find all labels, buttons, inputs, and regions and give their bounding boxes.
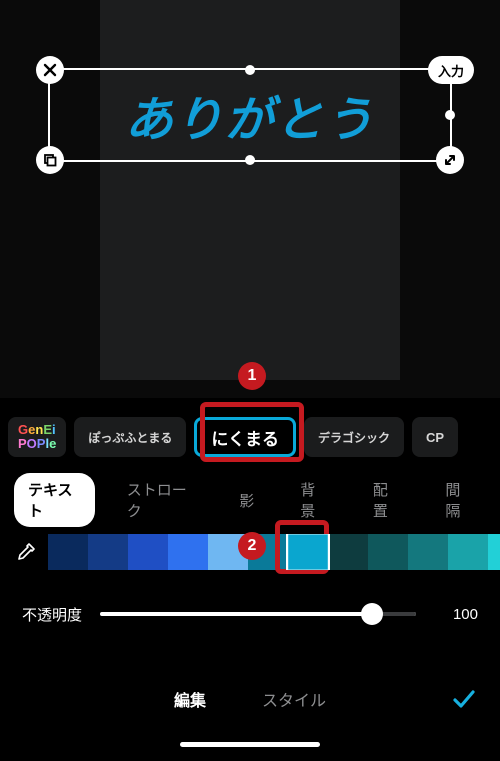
midhandle-top[interactable]	[245, 65, 255, 75]
color-swatch[interactable]	[88, 534, 128, 570]
controls-panel: GenEiPOPle ぽっぷふとまる にくまる デラゴシック CP 1 テキスト…	[0, 398, 500, 761]
font-chip-genei-pople[interactable]: GenEiPOPle	[8, 417, 66, 457]
midhandle-right[interactable]	[445, 110, 455, 120]
tab-spacing[interactable]: 間隔	[431, 473, 486, 527]
copy-icon	[43, 153, 57, 167]
color-swatch[interactable]	[448, 534, 488, 570]
resize-handle[interactable]	[436, 146, 464, 174]
font-chip-nikumaru[interactable]: にくまる	[194, 417, 296, 457]
opacity-row: 不透明度 100	[0, 594, 500, 634]
home-indicator	[180, 742, 320, 747]
bottom-tab-style[interactable]: スタイル	[262, 687, 326, 711]
check-icon	[450, 685, 478, 713]
font-chip-label: GenEiPOPle	[18, 423, 56, 450]
color-swatch[interactable]	[408, 534, 448, 570]
input-pill-label: 入力	[438, 61, 464, 80]
text-attribute-tabs: テキスト ストローク 影 背景 配置 間隔	[0, 480, 500, 520]
tab-shadow[interactable]: 影	[225, 484, 268, 517]
bottom-bar: 編集 スタイル	[0, 673, 500, 747]
tab-alignment[interactable]: 配置	[359, 473, 414, 527]
font-chip-label: ぽっぷふとまる	[88, 429, 172, 446]
tab-background[interactable]: 背景	[286, 473, 341, 527]
color-swatch-selected[interactable]	[286, 534, 330, 570]
color-swatch[interactable]	[168, 534, 208, 570]
opacity-slider[interactable]	[100, 612, 416, 616]
tab-text[interactable]: テキスト	[14, 473, 95, 527]
editor-canvas[interactable]	[100, 0, 400, 380]
font-chip-label: CP	[426, 430, 444, 445]
opacity-value: 100	[434, 606, 478, 623]
midhandle-bottom[interactable]	[245, 155, 255, 165]
color-swatch[interactable]	[248, 534, 288, 570]
color-swatch[interactable]	[48, 534, 88, 570]
input-pill[interactable]: 入力	[428, 56, 474, 84]
font-carousel[interactable]: GenEiPOPle ぽっぷふとまる にくまる デラゴシック CP	[0, 410, 500, 464]
font-chip-cp[interactable]: CP	[412, 417, 458, 457]
eyedropper-button[interactable]	[12, 537, 40, 567]
bottom-tab-edit[interactable]: 編集	[174, 687, 206, 711]
color-swatch[interactable]	[128, 534, 168, 570]
copy-handle[interactable]	[36, 146, 64, 174]
opacity-slider-knob[interactable]	[361, 603, 383, 625]
color-swatch[interactable]	[368, 534, 408, 570]
color-swatch[interactable]	[328, 534, 368, 570]
font-chip-popfutomaru[interactable]: ぽっぷふとまる	[74, 417, 186, 457]
confirm-button[interactable]	[444, 679, 484, 719]
text-bounding-box[interactable]: ありがとう 入力	[48, 68, 452, 162]
font-chip-dela-gothic[interactable]: デラゴシック	[304, 417, 404, 457]
color-row	[0, 528, 500, 576]
resize-icon	[443, 153, 457, 167]
eyedropper-icon	[15, 541, 37, 563]
color-swatch[interactable]	[488, 534, 500, 570]
close-icon	[43, 63, 57, 77]
font-chip-label: デラゴシック	[318, 429, 390, 446]
canvas-text[interactable]: ありがとう	[50, 70, 450, 160]
close-handle[interactable]	[36, 56, 64, 84]
color-swatch[interactable]	[208, 534, 248, 570]
opacity-label: 不透明度	[22, 604, 82, 625]
font-chip-label: にくまる	[211, 425, 279, 450]
tab-stroke[interactable]: ストローク	[113, 473, 207, 527]
color-swatch-strip[interactable]	[48, 534, 500, 570]
